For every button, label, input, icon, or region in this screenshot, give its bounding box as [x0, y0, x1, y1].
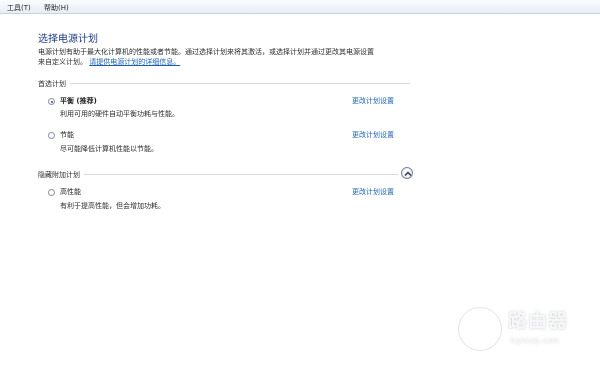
plan-high-performance-name[interactable]: 高性能 — [60, 187, 81, 197]
hidden-plans-label: 隐藏附加计划 — [38, 171, 80, 179]
page-description: 电源计划有助于最大化计算机的性能或者节能。通过选择计划来将其激活，或选择计划并通… — [38, 47, 418, 67]
collapse-hidden-plans-button[interactable] — [401, 167, 413, 179]
plan-power-saver-description: 尽可能降低计算机性能以节能。 — [60, 145, 158, 153]
menu-bar: 工具(T) 帮助(H) — [0, 0, 600, 14]
plan-high-performance-description: 有利于提高性能，但会增加功耗。 — [60, 202, 165, 210]
plan-balanced-change-settings-link[interactable]: 更改计划设置 — [352, 96, 394, 106]
description-prefix: 来自定义计划。 — [38, 58, 87, 66]
description-line-1: 电源计划有助于最大化计算机的性能或者节能。通过选择计划来将其激活，或选择计划并通… — [38, 48, 374, 56]
plan-high-performance-radio[interactable] — [48, 189, 55, 196]
section-divider — [84, 174, 398, 175]
page-title: 选择电源计划 — [38, 34, 98, 45]
watermark-title: 路由器 — [508, 310, 569, 332]
chevron-up-icon — [404, 171, 412, 176]
plan-power-saver-name[interactable]: 节能 — [60, 130, 74, 140]
section-divider — [70, 83, 410, 84]
router-logo-icon — [458, 307, 502, 351]
menu-help[interactable]: 帮助(H) — [44, 3, 69, 13]
watermark: 路由器 luyouqi.com — [458, 302, 598, 362]
plan-power-saver-change-settings-link[interactable]: 更改计划设置 — [352, 130, 394, 140]
plan-balanced-description: 利用可用的硬件自动平衡功耗与性能。 — [60, 110, 179, 118]
plan-balanced-name[interactable]: 平衡 (推荐) — [60, 96, 97, 106]
description-line-2: 来自定义计划。 请提供电源计划的详细信息。 — [38, 57, 418, 67]
preferred-plans-label: 首选计划 — [38, 80, 66, 88]
watermark-url: luyouqi.com — [510, 336, 559, 345]
plan-details-link[interactable]: 请提供电源计划的详细信息。 — [89, 58, 180, 66]
menu-tools[interactable]: 工具(T) — [7, 3, 31, 13]
plan-balanced-radio[interactable] — [48, 98, 55, 105]
plan-high-performance-change-settings-link[interactable]: 更改计划设置 — [352, 187, 394, 197]
plan-power-saver-radio[interactable] — [48, 132, 55, 139]
